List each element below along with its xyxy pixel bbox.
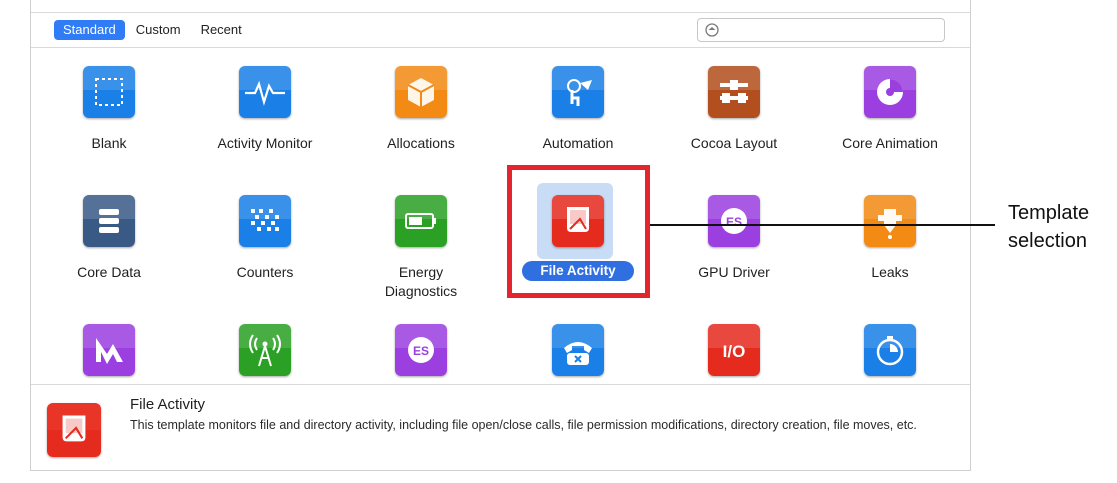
network-icon (239, 324, 291, 376)
blank-icon (83, 66, 135, 118)
template-item-counters[interactable]: Counters (190, 195, 340, 320)
template-chooser-window: Standard Custom Recent Blank Activity Mon… (30, 0, 971, 471)
cocoa-layout-icon (708, 66, 760, 118)
callout-line (650, 224, 995, 226)
template-label: Automation (542, 135, 614, 151)
template-item-gpu-driver[interactable]: ES GPU Driver (659, 195, 809, 320)
template-item-system-io[interactable]: I/O (659, 324, 809, 384)
core-animation-icon (864, 66, 916, 118)
template-label: Activity Monitor (217, 135, 313, 151)
template-item-telephony[interactable] (503, 324, 653, 384)
template-item-network[interactable] (190, 324, 340, 384)
leaks-icon (864, 195, 916, 247)
template-label: Leaks (871, 264, 909, 280)
telephony-icon (552, 324, 604, 376)
template-category-tabs: Standard Custom Recent (54, 20, 251, 40)
system-io-icon: I/O (708, 324, 760, 376)
filter-icon (705, 23, 719, 37)
template-label: Allocations (387, 135, 455, 151)
tab-standard[interactable]: Standard (54, 20, 125, 40)
description-title: File Activity (130, 396, 206, 413)
search-field[interactable] (697, 18, 945, 42)
description-text: This template monitors file and director… (130, 418, 917, 432)
core-data-icon (83, 195, 135, 247)
counters-icon (239, 195, 291, 247)
gpu-driver-icon: ES (708, 195, 760, 247)
allocations-icon (395, 66, 447, 118)
template-item-energy[interactable]: Energy Diagnostics (346, 195, 496, 320)
template-item-metal[interactable] (34, 324, 184, 384)
activity-monitor-icon (239, 66, 291, 118)
template-item-core-data[interactable]: Core Data (34, 195, 184, 320)
toolbar: Standard Custom Recent (31, 12, 970, 48)
tab-recent[interactable]: Recent (192, 20, 251, 40)
template-item-time-profiler[interactable] (815, 324, 965, 384)
template-item-cocoa-layout[interactable]: Cocoa Layout (659, 66, 809, 191)
template-label: GPU Driver (698, 264, 770, 280)
template-description-panel: File Activity This template monitors fil… (31, 384, 970, 470)
time-profiler-icon (864, 324, 916, 376)
energy-icon (395, 195, 447, 247)
template-label: Energy Diagnostics (384, 264, 458, 299)
template-item-allocations[interactable]: Allocations (346, 66, 496, 191)
template-label: Core Data (77, 264, 141, 280)
automation-icon (552, 66, 604, 118)
svg-text:ES: ES (413, 344, 429, 358)
template-label: Cocoa Layout (690, 135, 778, 151)
template-item-leaks[interactable]: Leaks (815, 195, 965, 320)
metal-icon (83, 324, 135, 376)
opengl-es-icon: ES (395, 324, 447, 376)
template-item-core-animation[interactable]: Core Animation (815, 66, 965, 191)
template-item-opengl-es[interactable]: ES (346, 324, 496, 384)
selection-highlight-box (507, 165, 650, 298)
template-label: Core Animation (842, 135, 938, 151)
file-activity-icon (47, 403, 101, 457)
svg-text:ES: ES (726, 215, 742, 229)
template-label: Blank (91, 135, 127, 151)
tab-custom[interactable]: Custom (127, 20, 190, 40)
template-item-activity-monitor[interactable]: Activity Monitor (190, 66, 340, 191)
template-item-blank[interactable]: Blank (34, 66, 184, 191)
template-grid: Blank Activity Monitor Allocations Automati… (31, 48, 970, 384)
svg-text:I/O: I/O (723, 342, 746, 361)
callout-label: Template selection (1008, 202, 1090, 252)
template-label: Counters (236, 264, 294, 280)
